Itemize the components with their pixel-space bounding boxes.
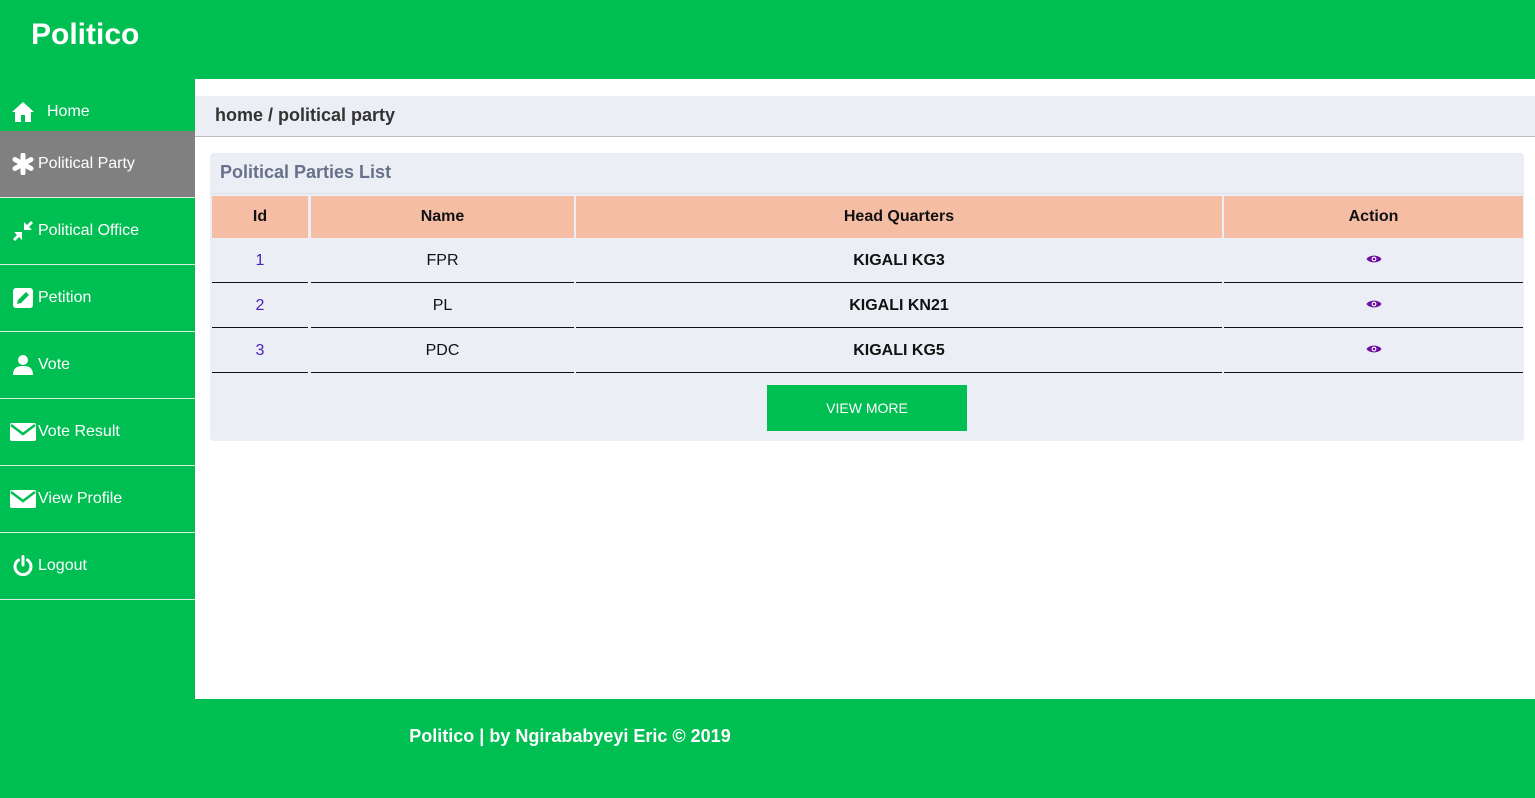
column-header-id: Id [212, 196, 308, 238]
cell-name: PL [311, 284, 574, 328]
sidebar-item-vote-result[interactable]: Vote Result [0, 399, 195, 466]
sidebar-item-logout[interactable]: Logout [0, 533, 195, 600]
table-row: 2 PL KIGALI KN21 [212, 284, 1523, 329]
cell-action [1224, 329, 1523, 373]
sidebar-item-label: Home [47, 103, 90, 120]
footer-text: Politico | by Ngirababyeyi Eric © 2019 [409, 726, 731, 746]
envelope-icon [10, 486, 36, 512]
column-header-action: Action [1224, 196, 1523, 238]
cell-id: 2 [212, 284, 308, 328]
power-icon [10, 553, 36, 579]
divider [210, 193, 1524, 194]
edit-icon [10, 285, 36, 311]
sidebar-item-label: Logout [38, 557, 87, 574]
sidebar-item-political-office[interactable]: Political Office [0, 198, 195, 265]
parties-card: Political Parties List Id Name Head Quar… [210, 153, 1524, 441]
view-more-button[interactable]: VIEW MORE [767, 385, 967, 431]
home-icon [10, 99, 36, 125]
sidebar-item-label: Political Party [38, 155, 135, 172]
column-header-name: Name [311, 196, 574, 238]
footer: Politico | by Ngirababyeyi Eric © 2019 [0, 699, 1535, 798]
cell-id: 3 [212, 329, 308, 373]
table-row: 1 FPR KIGALI KG3 [212, 239, 1523, 284]
cell-name: FPR [311, 239, 574, 283]
sidebar-item-vote[interactable]: Vote [0, 332, 195, 399]
envelope-icon [10, 419, 36, 445]
cell-id: 1 [212, 239, 308, 283]
sidebar-item-view-profile[interactable]: View Profile [0, 466, 195, 533]
main-content: home / political party Political Parties… [195, 79, 1535, 699]
breadcrumb-bar: home / political party [195, 96, 1535, 137]
breadcrumb: home / political party [215, 105, 396, 125]
sidebar: Home Political Party Political Office Pe… [0, 79, 195, 699]
cell-name: PDC [311, 329, 574, 373]
sidebar-item-petition[interactable]: Petition [0, 265, 195, 332]
sidebar-item-label: View Profile [38, 490, 123, 507]
cell-action [1224, 284, 1523, 328]
sidebar-item-political-party[interactable]: Political Party [0, 131, 195, 198]
asterisk-icon [10, 151, 36, 177]
cell-head-quarters: KIGALI KG5 [576, 329, 1222, 373]
eye-icon[interactable] [1366, 342, 1382, 360]
cell-head-quarters: KIGALI KN21 [576, 284, 1222, 328]
brand-logo[interactable]: Politico [31, 18, 139, 52]
sidebar-item-label: Vote [38, 356, 71, 373]
cell-action [1224, 239, 1523, 283]
column-header-head-quarters: Head Quarters [576, 196, 1222, 238]
sidebar-item-label: Vote Result [38, 423, 120, 440]
cell-head-quarters: KIGALI KG3 [576, 239, 1222, 283]
table-header: Id Name Head Quarters Action [212, 196, 1523, 238]
sidebar-item-label: Political Office [38, 222, 140, 239]
compress-icon [10, 218, 36, 244]
top-bar: Politico [0, 0, 1535, 79]
user-icon [10, 352, 36, 378]
eye-icon[interactable] [1366, 252, 1382, 270]
table-row: 3 PDC KIGALI KG5 [212, 329, 1523, 374]
card-title: Political Parties List [220, 162, 392, 182]
eye-icon[interactable] [1366, 297, 1382, 315]
sidebar-item-label: Petition [38, 289, 92, 306]
